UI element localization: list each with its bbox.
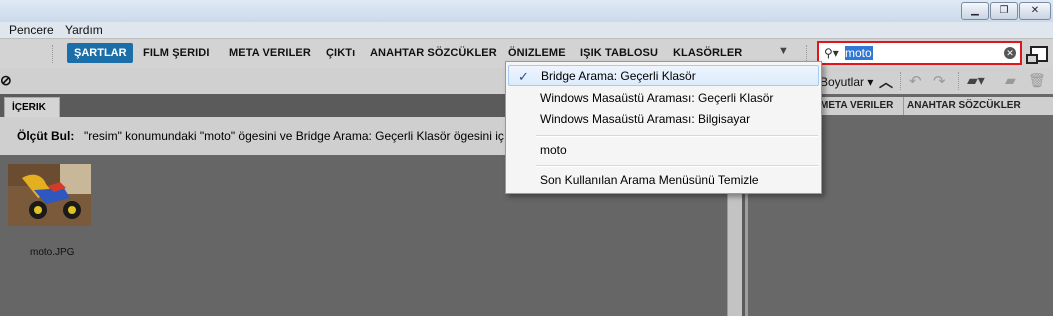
toolbar-grip-2 [900,72,903,90]
menu-item-label: Windows Masaüstü Araması: Geçerli Klasör [540,91,774,105]
checkmark-icon: ✓ [518,69,529,84]
no-filter-icon[interactable]: ⊘ [0,72,12,89]
search-scope-menu: ✓ Bridge Arama: Geçerli Klasör Windows M… [505,61,822,194]
minimize-button[interactable]: ▁ [961,2,989,20]
workspace-tab-sartlar[interactable]: ŞARTLAR [67,43,133,63]
metadata-tabs: META VERILER ANAHTAR SÖZCÜKLER [815,97,1053,115]
menu-item-label: moto [540,143,567,157]
tab-icerik[interactable]: İÇERIK [4,97,60,118]
menu-bar: Pencere Yardım [0,22,1053,38]
workspace-tab-isik-tablosu[interactable]: IŞIK TABLOSU [580,47,658,59]
menu-item-bridge-search-current-folder[interactable]: ✓ Bridge Arama: Geçerli Klasör [508,65,819,86]
sort-label: Boyutlar [820,75,865,89]
menu-item-label: Son Kullanılan Arama Menüsünü Temizle [540,173,759,187]
menu-pencere[interactable]: Pencere [9,23,54,37]
sort-dropdown[interactable]: Boyutlar ▾ [820,75,873,89]
tab-meta-veriler[interactable]: META VERILER [820,100,893,111]
menu-item-clear-recent-searches[interactable]: Son Kullanılan Arama Menüsünü Temizle [508,170,819,191]
workspace-overflow-chevron-icon[interactable]: ▼ [778,45,789,57]
workspace-tab-onizleme[interactable]: ÖNIZLEME [508,47,566,59]
menu-yardim[interactable]: Yardım [65,23,103,37]
toolbar-grip-3 [958,72,961,90]
thumbnail-moto[interactable] [8,164,91,226]
workspace-tab-klasorler[interactable]: KLASÖRLER [673,47,742,59]
menu-separator [536,135,818,137]
tab-icerik-label: İÇERIK [12,102,46,113]
close-button[interactable]: ✕ [1019,2,1051,20]
menu-item-label: Bridge Arama: Geçerli Klasör [541,69,696,83]
thumbnail-image [8,164,91,226]
trash-icon[interactable]: 🗑 [1028,72,1046,89]
menu-item-recent-search-moto[interactable]: moto [508,140,819,161]
title-bar: ▁ ❐ ✕ [0,0,1053,22]
menu-item-windows-search-computer[interactable]: Windows Masaüstü Araması: Bilgisayar [508,109,819,130]
tab-anahtar-sozcukler[interactable]: ANAHTAR SÖZCÜKLER [907,100,1021,111]
tab-divider [903,97,904,115]
clear-search-icon[interactable]: ✕ [1004,47,1016,59]
criteria-label: Ölçüt Bul: [17,129,75,143]
restore-button[interactable]: ❐ [990,2,1018,20]
new-window-icon[interactable] [1026,46,1048,64]
rotate-right-icon[interactable]: ↷ [933,72,946,90]
menu-separator [536,165,818,167]
menu-item-windows-search-current-folder[interactable]: Windows Masaüstü Araması: Geçerli Klasör [508,88,819,109]
workspace-tab-cikti[interactable]: ÇIKTı [326,47,355,59]
criteria-text: "resim" konumundaki "moto" ögesini ve Br… [84,129,504,143]
search-input[interactable] [845,46,995,60]
workspace-tab-film-seridi[interactable]: FILM ŞERIDI [143,47,210,59]
rotate-left-icon[interactable]: ↶ [909,72,922,90]
search-icon[interactable]: ⚲▾ [824,46,839,60]
search-box[interactable]: ⚲▾ ✕ [817,41,1022,65]
workspace-tab-meta-veriler[interactable]: META VERILER [229,47,311,59]
workspace-tab-anahtar-sozcukler[interactable]: ANAHTAR SÖZCÜKLER [370,47,497,59]
open-recent-folder-icon[interactable]: ▰▾ [967,72,985,89]
workspace-tab-label: ŞARTLAR [74,47,127,59]
thumbnail-filename: moto.JPG [30,247,75,258]
menu-item-label: Windows Masaüstü Araması: Bilgisayar [540,112,751,126]
sort-direction-icon[interactable]: ︿ [879,72,893,92]
new-folder-icon[interactable]: ▰ [1005,72,1016,89]
toolbar-grip [52,45,55,63]
